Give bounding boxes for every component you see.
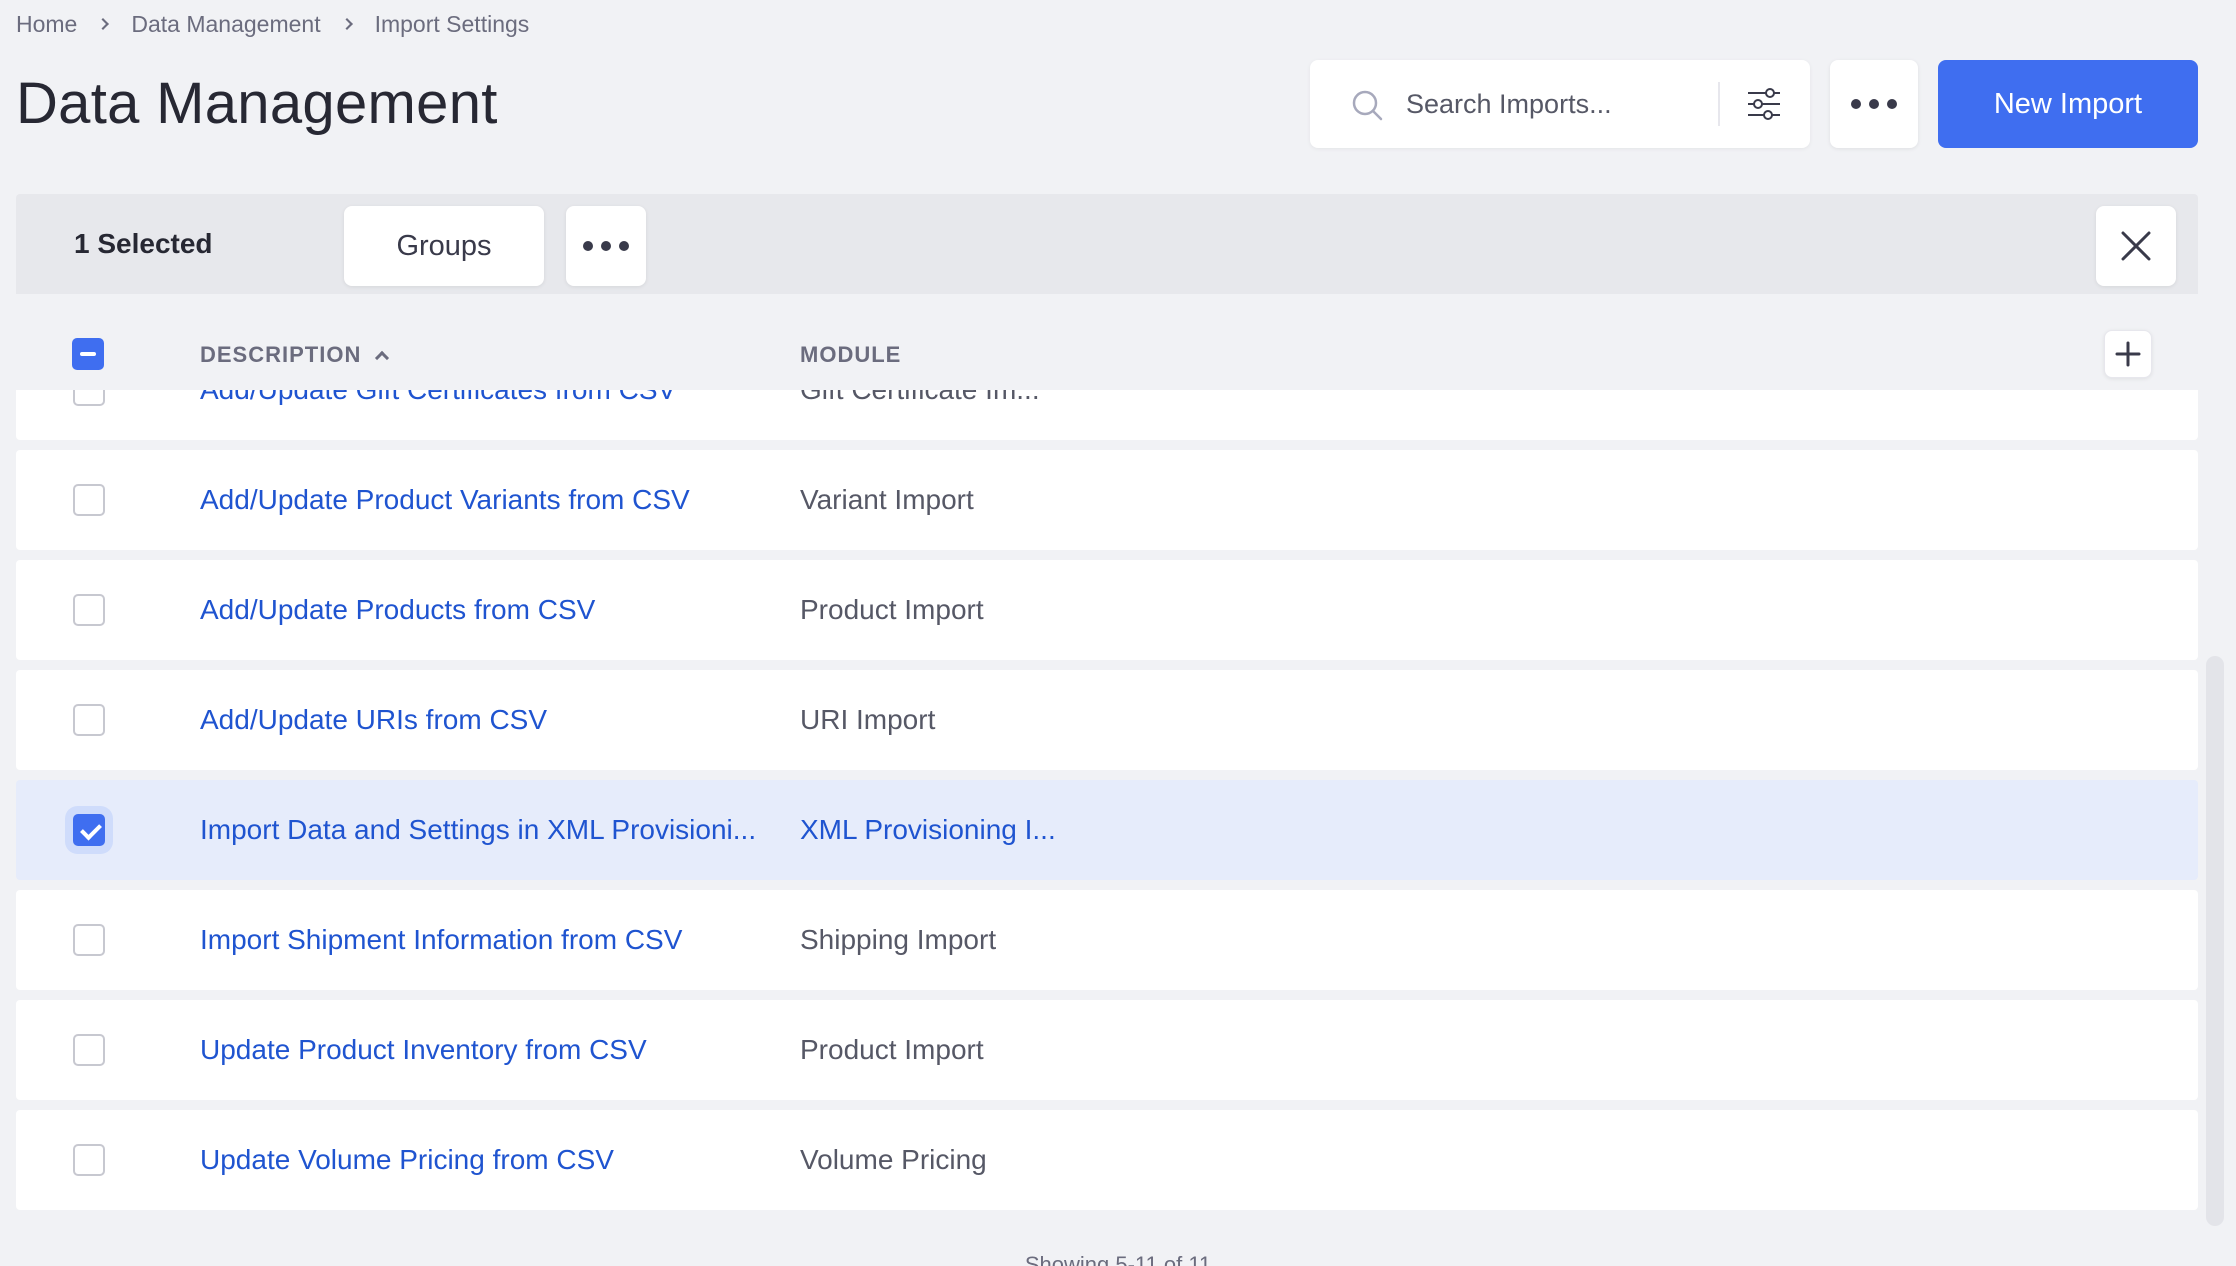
chevron-right-icon [340, 18, 353, 30]
list-item[interactable]: Update Volume Pricing from CSV Volume Pr… [16, 1110, 2198, 1210]
row-checkbox[interactable] [73, 390, 105, 406]
import-list-rows: Add/Update Gift Certificates from CSV Gi… [16, 390, 2198, 1210]
clear-selection-button[interactable] [2096, 206, 2176, 286]
import-list: Add/Update Gift Certificates from CSV Gi… [16, 390, 2198, 1210]
selected-count: 1 Selected [74, 228, 213, 259]
column-header-description[interactable]: DESCRIPTION [200, 342, 390, 368]
row-description[interactable]: Add/Update URIs from CSV [200, 704, 547, 736]
row-checkbox[interactable] [73, 1034, 105, 1066]
row-checkbox[interactable] [73, 704, 105, 736]
search-divider [1718, 82, 1720, 126]
management-bar: 1 Selected Groups [16, 194, 2198, 294]
list-item[interactable]: Add/Update Product Variants from CSV Var… [16, 450, 2198, 550]
select-all-checkbox[interactable] [72, 338, 104, 370]
row-module: Product Import [800, 1034, 984, 1065]
row-checkbox[interactable] [73, 924, 105, 956]
list-item[interactable]: Update Product Inventory from CSV Produc… [16, 1000, 2198, 1100]
minus-icon [80, 352, 96, 356]
scrollbar[interactable] [2206, 656, 2224, 1226]
row-checkbox[interactable] [73, 484, 105, 516]
more-actions-button[interactable] [1830, 60, 1918, 148]
row-description[interactable]: Import Data and Settings in XML Provisio… [200, 814, 756, 846]
ellipsis-icon [1851, 99, 1897, 109]
groups-button[interactable]: Groups [344, 206, 544, 286]
list-item[interactable]: Add/Update URIs from CSV URI Import [16, 670, 2198, 770]
row-module: Gift Certificate Im... [800, 390, 1040, 406]
column-header-module: MODULE [800, 342, 902, 367]
close-icon [2121, 231, 2151, 261]
pagination-summary: Showing 5-11 of 11 [1024, 1252, 1212, 1266]
new-import-button[interactable]: New Import [1938, 60, 2198, 148]
search-icon [1352, 90, 1383, 121]
breadcrumb-import-settings: Import Settings [374, 10, 530, 37]
row-module: URI Import [800, 704, 936, 735]
list-item[interactable]: Import Data and Settings in XML Provisio… [16, 780, 2198, 880]
row-module: Shipping Import [800, 924, 997, 955]
list-item[interactable]: Add/Update Products from CSV Product Imp… [16, 560, 2198, 660]
list-header: DESCRIPTION MODULE [16, 294, 2198, 390]
row-checkbox-checked[interactable] [73, 814, 105, 846]
list-item[interactable]: Import Shipment Information from CSV Shi… [16, 890, 2198, 990]
chevron-right-icon [97, 18, 110, 30]
list-item[interactable]: Add/Update Gift Certificates from CSV Gi… [16, 390, 2198, 440]
row-module: Variant Import [800, 484, 974, 515]
row-module: Product Import [800, 594, 984, 625]
row-description[interactable]: Import Shipment Information from CSV [200, 924, 682, 956]
row-description[interactable]: Add/Update Product Variants from CSV [200, 484, 690, 516]
column-header-description-label: DESCRIPTION [200, 342, 362, 367]
row-description[interactable]: Update Product Inventory from CSV [200, 1034, 647, 1066]
row-checkbox[interactable] [73, 1144, 105, 1176]
page-title: Data Management [16, 71, 498, 136]
bulk-actions-button[interactable] [566, 206, 646, 286]
breadcrumb: Home Data Management Import Settings [16, 8, 529, 40]
page: Home Data Management Import Settings Dat… [0, 0, 2236, 1266]
sort-up-icon [375, 350, 390, 366]
breadcrumb-home[interactable]: Home [16, 11, 77, 38]
add-column-button[interactable] [2104, 330, 2152, 378]
ellipsis-icon [583, 241, 629, 251]
row-checkbox[interactable] [73, 594, 105, 626]
plus-icon [2115, 341, 2141, 367]
row-description[interactable]: Add/Update Gift Certificates from CSV [200, 390, 676, 406]
search-input[interactable] [1406, 80, 1706, 128]
search-box [1310, 60, 1810, 148]
row-module: Volume Pricing [800, 1144, 987, 1175]
row-description[interactable]: Update Volume Pricing from CSV [200, 1144, 614, 1176]
row-module: XML Provisioning I... [800, 814, 1056, 845]
row-description[interactable]: Add/Update Products from CSV [200, 594, 595, 626]
breadcrumb-data-management[interactable]: Data Management [131, 11, 320, 38]
filter-icon[interactable] [1744, 84, 1784, 124]
